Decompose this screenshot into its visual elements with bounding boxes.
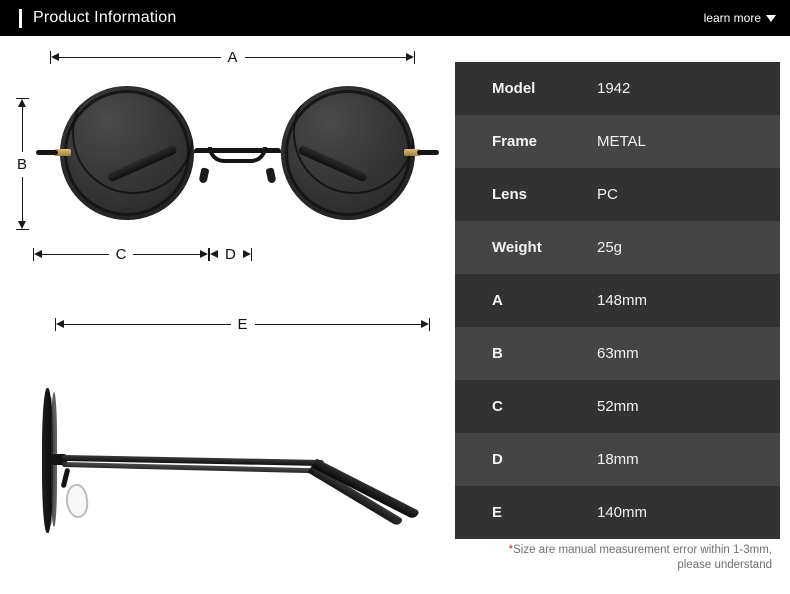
arrow-up-icon bbox=[18, 99, 26, 107]
learn-more-button[interactable]: learn more bbox=[704, 11, 776, 25]
dimension-rule bbox=[21, 107, 23, 152]
dimension-line-d: D bbox=[209, 245, 261, 263]
dimension-line-a: A bbox=[50, 48, 416, 66]
dimension-tick bbox=[15, 229, 29, 230]
specification-table: Model 1942 Frame METAL Lens PC Weight 25… bbox=[455, 62, 780, 539]
spec-value: 140mm bbox=[597, 504, 648, 521]
spec-value: METAL bbox=[597, 133, 646, 150]
dimension-line-e: E bbox=[55, 315, 431, 333]
spec-key: E bbox=[492, 504, 503, 521]
spec-key: B bbox=[492, 345, 503, 362]
side-nose-pad bbox=[63, 482, 91, 520]
dimension-rule bbox=[254, 323, 422, 325]
arrow-left-icon bbox=[210, 250, 218, 258]
dimension-line-c: C bbox=[33, 245, 209, 263]
product-diagram-panel: A B C D E bbox=[0, 36, 455, 594]
arrow-right-icon bbox=[242, 250, 251, 258]
sunglasses-front-view bbox=[36, 86, 439, 231]
page-header: Product Information learn more bbox=[0, 0, 790, 36]
spec-value: 18mm bbox=[597, 451, 639, 468]
arrow-right-icon bbox=[406, 53, 415, 61]
dimension-rule bbox=[244, 56, 407, 58]
disclaimer-line-2: please understand bbox=[677, 559, 772, 571]
table-row: C 52mm bbox=[455, 380, 780, 433]
spec-value: 1942 bbox=[597, 80, 631, 97]
table-row: Model 1942 bbox=[455, 62, 780, 115]
dimension-label-d: D bbox=[225, 245, 236, 263]
left-lens bbox=[60, 86, 194, 220]
arrow-down-icon bbox=[18, 221, 26, 229]
spec-key: Model bbox=[492, 80, 536, 97]
spec-value: PC bbox=[597, 186, 618, 203]
table-row: B 63mm bbox=[455, 327, 780, 380]
dimension-rule bbox=[21, 176, 23, 221]
left-nose-pad bbox=[198, 167, 210, 184]
arrow-left-icon bbox=[34, 250, 42, 258]
dimension-label-b: B bbox=[16, 151, 27, 177]
dimension-rule bbox=[42, 253, 109, 255]
spec-value: 63mm bbox=[597, 345, 639, 362]
dimension-label-e: E bbox=[237, 315, 248, 333]
dimension-rule bbox=[133, 253, 200, 255]
spec-key: Weight bbox=[492, 239, 542, 256]
table-row: D 18mm bbox=[455, 433, 780, 486]
table-row: A 148mm bbox=[455, 274, 780, 327]
title-accent-bar bbox=[19, 8, 22, 28]
dimension-label-c: C bbox=[115, 245, 127, 263]
spec-key: A bbox=[492, 292, 503, 309]
right-nose-pad bbox=[265, 167, 277, 184]
dimension-line-b: B bbox=[15, 98, 29, 230]
measurement-disclaimer: *Size are manual measurement error withi… bbox=[455, 543, 780, 573]
spec-value: 25g bbox=[597, 239, 623, 256]
left-arm-stub bbox=[36, 150, 58, 155]
spec-key: D bbox=[492, 451, 503, 468]
right-lens bbox=[281, 86, 415, 220]
page-title: Product Information bbox=[33, 9, 177, 26]
dimension-rule bbox=[64, 323, 231, 325]
table-row: E 140mm bbox=[455, 486, 780, 539]
learn-more-label: learn more bbox=[703, 11, 761, 25]
dimension-tick bbox=[414, 50, 416, 64]
side-nose-pad-stem bbox=[60, 467, 71, 489]
spec-key: Frame bbox=[492, 133, 538, 150]
table-row: Frame METAL bbox=[455, 115, 780, 168]
spec-value: 148mm bbox=[597, 292, 648, 309]
table-row: Weight 25g bbox=[455, 221, 780, 274]
spec-key: Lens bbox=[492, 186, 528, 203]
spec-key: C bbox=[492, 398, 503, 415]
dimension-rule bbox=[59, 56, 221, 58]
side-temple-near-tip bbox=[311, 458, 420, 521]
dimension-label-a: A bbox=[227, 48, 238, 66]
disclaimer-line-1: Size are manual measurement error within… bbox=[513, 544, 772, 556]
spec-value: 52mm bbox=[597, 398, 639, 415]
arrow-right-icon bbox=[421, 320, 430, 328]
dimension-tick bbox=[250, 247, 252, 261]
sunglasses-side-view bbox=[42, 376, 422, 561]
chevron-down-icon bbox=[766, 14, 776, 22]
bridge bbox=[194, 142, 281, 184]
table-row: Lens PC bbox=[455, 168, 780, 221]
bridge-curve bbox=[208, 147, 267, 163]
arrow-left-icon bbox=[51, 53, 59, 61]
right-arm-stub bbox=[417, 150, 439, 155]
arrow-left-icon bbox=[56, 320, 64, 328]
dimension-tick bbox=[429, 317, 431, 331]
arrow-right-icon bbox=[200, 250, 208, 258]
